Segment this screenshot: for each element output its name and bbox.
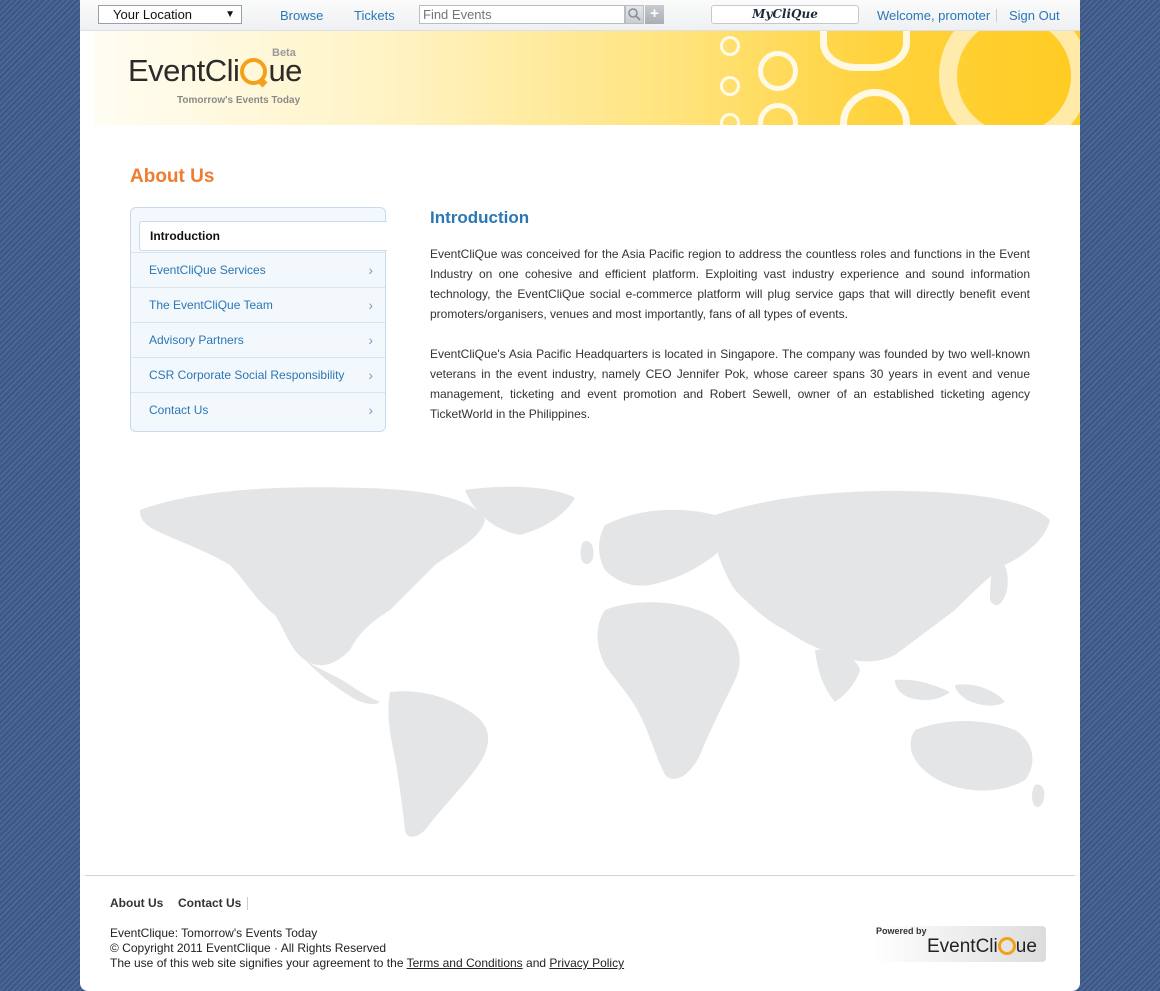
sidebar-item-introduction[interactable]: Introduction <box>139 221 387 251</box>
sidebar-item-label: CSR Corporate Social Responsibility <box>149 368 345 382</box>
terms-and-conditions-link[interactable]: Terms and Conditions <box>407 956 523 970</box>
logo-name-start: EventCli <box>128 53 240 88</box>
intro-paragraph-2: EventCliQue's Asia Pacific Headquarters … <box>430 347 1030 421</box>
browse-link[interactable]: Browse <box>280 8 323 23</box>
footer-agreement: The use of this web site signifies your … <box>110 956 624 970</box>
chevron-right-icon: › <box>368 367 373 383</box>
logo-tagline: Tomorrow's Events Today <box>177 95 301 106</box>
powered-by-logo: EventCli ue <box>927 936 1037 958</box>
divider <box>996 9 997 22</box>
location-select[interactable]: Your Location ▼ <box>98 5 242 24</box>
chevron-right-icon: › <box>368 332 373 348</box>
welcome-user-link[interactable]: Welcome, promoter <box>877 8 990 23</box>
footer-about-us-link[interactable]: About Us <box>110 896 163 910</box>
page-container: Your Location ▼ Browse Tickets + MyCliQu… <box>80 0 1080 991</box>
footer-divider <box>85 875 1075 876</box>
chevron-right-icon: › <box>368 297 373 313</box>
top-navigation-bar: Your Location ▼ Browse Tickets + MyCliQu… <box>80 0 1080 31</box>
beta-label: Beta <box>272 47 296 59</box>
logo-q-icon <box>997 937 1016 955</box>
powered-by-label: Powered by <box>876 926 927 936</box>
footer-and-text: and <box>526 956 547 970</box>
sign-out-link[interactable]: Sign Out <box>1009 8 1060 23</box>
powered-name-start: EventCli <box>927 936 998 957</box>
intro-paragraph-1: EventCliQue was conceived for the Asia P… <box>430 247 1030 321</box>
sidebar-item-label: Advisory Partners <box>149 333 244 347</box>
section-title: Introduction <box>430 208 530 227</box>
powered-name-end: ue <box>1015 936 1037 957</box>
sidebar-item-label: The EventCliQue Team <box>149 298 273 312</box>
sidebar-item-services[interactable]: EventCliQue Services › <box>131 252 385 287</box>
footer-contact-us-link[interactable]: Contact Us <box>178 896 241 910</box>
logo-q-icon <box>240 58 268 85</box>
chevron-right-icon: › <box>368 262 373 278</box>
tickets-link[interactable]: Tickets <box>354 8 395 23</box>
dropdown-arrow-icon: ▼ <box>225 9 235 20</box>
footer-copyright: © Copyright 2011 EventClique · All Right… <box>110 941 387 955</box>
world-map-image <box>139 486 1050 837</box>
add-event-button[interactable]: + <box>645 5 664 24</box>
about-sidebar-menu: Introduction EventCliQue Services › The … <box>130 207 387 432</box>
sidebar-item-label: Contact Us <box>149 403 209 417</box>
footer-tagline: EventClique: Tomorrow's Events Today <box>110 926 318 940</box>
sidebar-item-team[interactable]: The EventCliQue Team › <box>131 287 385 322</box>
sidebar-item-contact-us[interactable]: Contact Us › <box>131 392 385 427</box>
search-icon <box>628 8 641 21</box>
location-select-label: Your Location <box>113 7 193 22</box>
footer-link-divider <box>247 897 248 910</box>
myclique-button[interactable]: MyCliQue <box>711 5 859 24</box>
search-button[interactable] <box>625 5 644 24</box>
header-banner: EventCli ue Beta Tomorrow's Events Today <box>94 31 1080 125</box>
footer-agreement-text: The use of this web site signifies your … <box>110 956 404 970</box>
sidebar-item-advisory-partners[interactable]: Advisory Partners › <box>131 322 385 357</box>
plus-icon: + <box>650 5 659 22</box>
page-title: About Us <box>130 166 215 187</box>
privacy-policy-link[interactable]: Privacy Policy <box>549 956 624 970</box>
search-input[interactable] <box>419 5 625 24</box>
chevron-right-icon: › <box>368 402 373 418</box>
sidebar-item-label: EventCliQue Services <box>149 263 266 277</box>
sidebar-item-csr[interactable]: CSR Corporate Social Responsibility › <box>131 357 385 392</box>
